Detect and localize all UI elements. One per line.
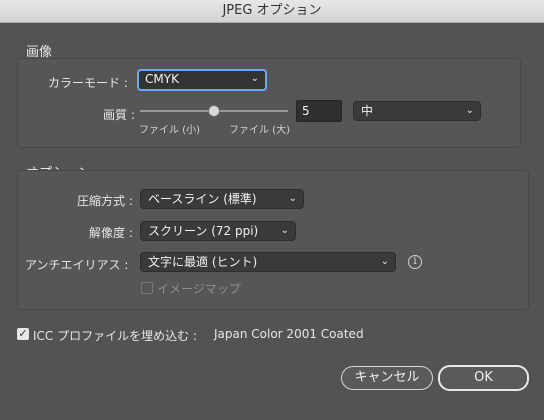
quality-preset-select[interactable]: 中 ⌄ <box>353 101 481 121</box>
chevron-down-icon: ⌄ <box>380 256 389 267</box>
chevron-down-icon: ⌄ <box>250 73 259 84</box>
slider-min-label: ファイル (小) <box>139 125 200 136</box>
info-icon[interactable]: i <box>408 255 422 269</box>
antialias-select[interactable]: 文字に最適 (ヒント) ⌄ <box>140 252 396 272</box>
imagemap-label: イメージマップ <box>157 282 241 296</box>
compression-select[interactable]: ベースライン (標準) ⌄ <box>140 189 304 209</box>
window-title: JPEG オプション <box>0 0 544 23</box>
chevron-down-icon: ⌄ <box>288 193 297 204</box>
compression-label: 圧縮方式 : <box>77 194 133 208</box>
cancel-button[interactable]: キャンセル <box>341 366 433 390</box>
slider-max-label: ファイル (大) <box>229 125 290 136</box>
resolution-label: 解像度 : <box>89 226 133 240</box>
compression-value: ベースライン (標準) <box>148 192 257 206</box>
icc-checkbox[interactable]: ✓ <box>17 328 29 340</box>
color-mode-value: CMYK <box>145 72 179 86</box>
color-mode-select[interactable]: CMYK ⌄ <box>137 69 267 91</box>
quality-preset-value: 中 <box>361 104 374 118</box>
ok-button[interactable]: OK <box>438 365 529 391</box>
resolution-select[interactable]: スクリーン (72 ppi) ⌄ <box>140 221 296 241</box>
quality-slider-knob[interactable] <box>208 105 220 117</box>
checkmark-icon: ✓ <box>18 327 28 340</box>
chevron-down-icon: ⌄ <box>280 225 289 236</box>
antialias-value: 文字に最適 (ヒント) <box>148 255 258 269</box>
icc-profile: Japan Color 2001 Coated <box>214 327 364 341</box>
resolution-value: スクリーン (72 ppi) <box>148 224 259 238</box>
icc-label: ICC プロファイルを埋め込む : <box>33 329 197 343</box>
color-mode-label: カラーモード : <box>48 76 128 90</box>
quality-label: 画質 : <box>103 108 135 122</box>
quality-input[interactable]: 5 <box>296 100 342 122</box>
imagemap-checkbox[interactable] <box>141 282 153 294</box>
antialias-label: アンチエイリアス : <box>25 258 129 272</box>
chevron-down-icon: ⌄ <box>465 105 474 116</box>
